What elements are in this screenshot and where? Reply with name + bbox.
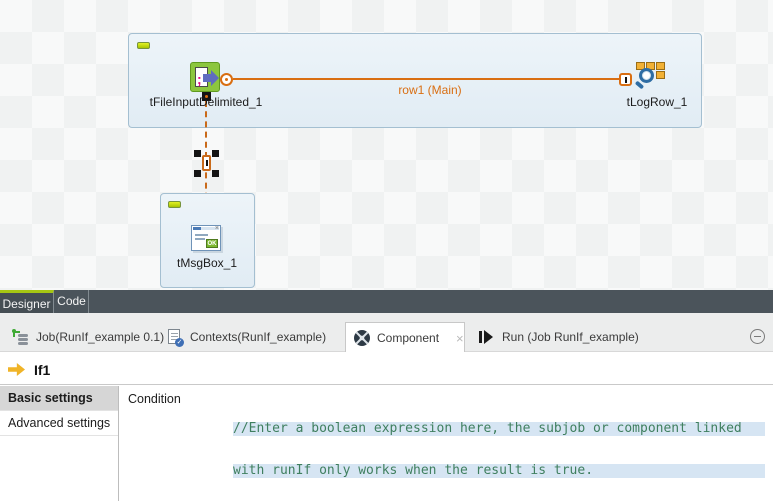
view-tab-contexts[interactable]: ✓ Contexts(RunIf_example) (158, 322, 334, 352)
selection-handle[interactable] (194, 150, 201, 157)
close-icon[interactable]: × (456, 331, 464, 346)
text-line-glyph (195, 234, 208, 236)
view-tab-job[interactable]: Job(RunIf_example 0.1) (4, 322, 172, 352)
magnifier-icon (639, 68, 654, 83)
component-label[interactable]: tLogRow_1 (557, 95, 757, 109)
job-icon (12, 329, 29, 346)
view-tab-bar: Job(RunIf_example 0.1) ✓ Contexts(RunIf_… (0, 313, 773, 352)
view-tab-component[interactable]: Component × (345, 322, 465, 353)
component-view-panel: If1 Basic settings Advanced settings Con… (0, 352, 773, 501)
trigger-midpoint-handle[interactable] (194, 150, 219, 177)
view-tab-run-label: Run (Job RunIf_example) (502, 330, 639, 344)
view-tab-run[interactable]: Run (Job RunIf_example) (470, 322, 647, 352)
component-icon (354, 330, 370, 346)
subjob-collapse-button[interactable] (137, 42, 150, 49)
talend-studio-window: row1 (Main) ; tFileInputDelimited_1 tLog… (0, 0, 773, 501)
component-label[interactable]: tFileInputDelimited_1 (106, 95, 306, 109)
selection-handle[interactable] (194, 170, 201, 177)
arrow-glyph (203, 74, 211, 82)
ok-button-glyph: OK (206, 239, 218, 248)
window-titlebar-segment (193, 227, 201, 230)
settings-nav: Basic settings Advanced settings (0, 386, 119, 501)
view-tab-component-label: Component (377, 331, 439, 345)
row1-connection-label[interactable]: row1 (Main) (330, 83, 530, 97)
tfileinputdelimited-icon[interactable]: ; (190, 62, 220, 92)
text-line-glyph (195, 238, 205, 240)
arrow-tip-glyph (211, 70, 219, 86)
minimize-view-icon[interactable] (750, 329, 765, 344)
nav-advanced-settings[interactable]: Advanced settings (0, 411, 118, 436)
code-line: with runIf only works when the result is… (233, 464, 765, 478)
editor-tab-bar: Designer Code (0, 290, 773, 313)
job-design-canvas[interactable]: row1 (Main) ; tFileInputDelimited_1 tLog… (0, 0, 773, 290)
code-line: //Enter a boolean expression here, the s… (233, 422, 765, 436)
row1-connection-line[interactable] (233, 78, 620, 80)
nav-basic-settings[interactable]: Basic settings (0, 386, 118, 411)
contexts-icon: ✓ (166, 329, 183, 346)
component-view-header: If1 (0, 355, 773, 385)
component-label[interactable]: tMsgBox_1 (107, 256, 307, 270)
input-port[interactable] (619, 73, 632, 86)
subjob-collapse-button[interactable] (168, 201, 181, 208)
run-icon (478, 329, 495, 346)
output-port[interactable] (220, 73, 233, 86)
view-tab-contexts-label: Contexts(RunIf_example) (190, 330, 326, 344)
condition-editor[interactable]: //Enter a boolean expression here, the s… (233, 394, 765, 501)
selection-handle[interactable] (212, 170, 219, 177)
view-tab-job-label: Job(RunIf_example 0.1) (36, 330, 164, 344)
trigger-connector-glyph (202, 155, 211, 171)
tab-code[interactable]: Code (55, 290, 89, 313)
tlogrow-icon[interactable] (635, 61, 665, 93)
if-arrow-icon (8, 363, 25, 376)
window-close-glyph: × (215, 225, 219, 232)
selection-handle[interactable] (212, 150, 219, 157)
page-title: If1 (34, 362, 50, 378)
table-cell-glyph (656, 62, 665, 70)
semicolon-glyph: ; (197, 71, 202, 87)
tab-designer[interactable]: Designer (0, 290, 54, 313)
tmsgbox-icon[interactable]: × OK (191, 225, 221, 251)
condition-label: Condition (128, 392, 181, 406)
table-cell-glyph (656, 71, 665, 79)
